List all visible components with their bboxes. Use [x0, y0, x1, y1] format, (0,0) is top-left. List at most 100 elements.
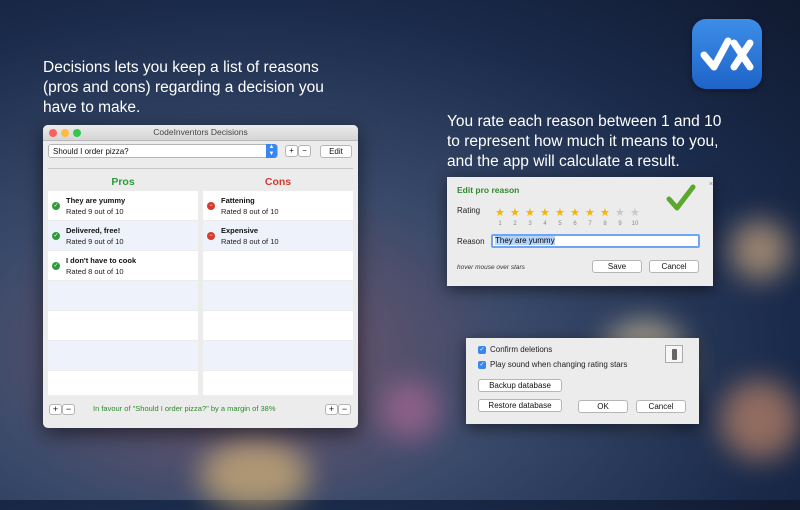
star-icon[interactable]: ★: [540, 206, 550, 219]
cancel-button[interactable]: Cancel: [636, 400, 686, 413]
reason-rating: Rated 9 out of 10: [66, 237, 124, 246]
reason-rating: Rated 8 out of 10: [221, 237, 279, 246]
star-icon[interactable]: ★: [510, 206, 520, 219]
check-x-icon: [700, 37, 754, 71]
close-icon[interactable]: ×: [709, 181, 713, 188]
reason-label: Reason: [457, 237, 485, 246]
star-number: 7: [588, 221, 592, 227]
star-number: 4: [543, 221, 547, 227]
restore-database-button[interactable]: Restore database: [478, 399, 562, 412]
star-icon[interactable]: ★: [600, 206, 610, 219]
star-number: 5: [558, 221, 562, 227]
cons-list[interactable]: − Fattening Rated 8 out of 10 − Expensiv…: [203, 191, 353, 395]
list-item[interactable]: ✓ Delivered, free! Rated 9 out of 10: [48, 221, 198, 251]
tagline-line: and the app will calculate a result.: [447, 153, 680, 170]
app-icon: [692, 19, 762, 89]
star-number: 3: [528, 221, 532, 227]
reason-rating: Rated 8 out of 10: [221, 207, 279, 216]
tagline-line: You rate each reason between 1 and 10: [447, 113, 722, 130]
bokeh-light: [720, 380, 800, 460]
star-number: 8: [603, 221, 607, 227]
check-icon: ✓: [52, 202, 60, 210]
switch-knob: [672, 349, 677, 360]
switch-icon[interactable]: [665, 345, 683, 363]
reason-title: I don't have to cook: [66, 256, 137, 265]
star-number: 6: [573, 221, 577, 227]
check-icon: ✓: [52, 232, 60, 240]
reason-rating: Rated 8 out of 10: [66, 267, 124, 276]
check-icon: ✓: [52, 262, 60, 270]
confirm-deletions-label: Confirm deletions: [490, 345, 553, 354]
confirm-deletions-checkbox[interactable]: ✓: [478, 346, 486, 354]
empty-row: [48, 311, 198, 341]
empty-row: [203, 341, 353, 371]
star-number: 10: [631, 221, 639, 227]
title-bar: CodeInventors Decisions: [43, 125, 358, 141]
chevron-updown-icon: ▲ ▼: [266, 144, 277, 158]
star-icon[interactable]: ★: [615, 206, 625, 219]
window-title: CodeInventors Decisions: [153, 127, 248, 137]
empty-row: [203, 281, 353, 311]
minus-icon: −: [207, 232, 215, 240]
bokeh-light: [380, 380, 440, 440]
ok-button[interactable]: OK: [578, 400, 628, 413]
tagline-right: You rate each reason between 1 and 10 to…: [447, 112, 721, 172]
pros-list[interactable]: ✓ They are yummy Rated 9 out of 10 ✓ Del…: [48, 191, 198, 395]
result-summary: In favour of "Should I order pizza?" by …: [93, 404, 276, 413]
list-item[interactable]: ✓ I don't have to cook Rated 8 out of 10: [48, 251, 198, 281]
big-check-icon: [666, 184, 696, 211]
main-window: CodeInventors Decisions Should I order p…: [43, 125, 358, 428]
minus-icon: −: [207, 202, 215, 210]
bokeh-light: [730, 220, 790, 280]
star-icon[interactable]: ★: [555, 206, 565, 219]
toolbar: Should I order pizza? ▲ ▼ + − Edit: [48, 144, 353, 160]
remove-con-button[interactable]: −: [338, 404, 351, 415]
star-number: 2: [513, 221, 517, 227]
cons-header: Cons: [264, 176, 292, 188]
add-pro-button[interactable]: +: [49, 404, 62, 415]
rating-label: Rating: [457, 206, 481, 215]
reason-rating: Rated 9 out of 10: [66, 207, 124, 216]
star-icon[interactable]: ★: [495, 206, 505, 219]
backup-database-button[interactable]: Backup database: [478, 379, 562, 392]
tagline-left: Decisions lets you keep a list of reason…: [43, 58, 324, 118]
cancel-button[interactable]: Cancel: [649, 260, 699, 273]
edit-reason-dialog: Edit pro reason × Rating ★ 1 ★ 2 ★ 3 ★ 4 ★ 5 ★ 6 ★ 7 ★…: [447, 177, 713, 286]
star-number: 9: [618, 221, 622, 227]
reason-title: Expensive: [221, 226, 259, 235]
star-number: 1: [498, 221, 502, 227]
add-decision-button[interactable]: +: [285, 145, 298, 157]
play-sound-label: Play sound when changing rating stars: [490, 360, 628, 369]
decision-select-value: Should I order pizza?: [53, 147, 129, 156]
divider: [48, 168, 353, 169]
remove-decision-button[interactable]: −: [298, 145, 311, 157]
save-button[interactable]: Save: [592, 260, 642, 273]
tagline-line: have to make.: [43, 99, 141, 116]
list-item[interactable]: − Fattening Rated 8 out of 10: [203, 191, 353, 221]
list-item[interactable]: − Expensive Rated 8 out of 10: [203, 221, 353, 251]
star-icon[interactable]: ★: [570, 206, 580, 219]
edit-button[interactable]: Edit: [320, 145, 352, 158]
tagline-line: to represent how much it means to you,: [447, 133, 719, 150]
hover-hint: hover mouse over stars: [457, 264, 525, 271]
reason-title: Delivered, free!: [66, 226, 121, 235]
play-sound-checkbox[interactable]: ✓: [478, 361, 486, 369]
preferences-dialog: ✓ Confirm deletions ✓ Play sound when ch…: [466, 338, 699, 424]
remove-pro-button[interactable]: −: [62, 404, 75, 415]
empty-row: [48, 371, 198, 395]
decision-select[interactable]: Should I order pizza? ▲ ▼: [48, 144, 278, 158]
empty-row: [203, 311, 353, 341]
empty-row: [48, 341, 198, 371]
empty-row: [203, 251, 353, 281]
star-icon[interactable]: ★: [585, 206, 595, 219]
reason-input[interactable]: They are yummy: [491, 234, 700, 248]
dialog-header: Edit pro reason: [457, 185, 520, 195]
list-item[interactable]: ✓ They are yummy Rated 9 out of 10: [48, 191, 198, 221]
pros-header: Pros: [111, 176, 135, 188]
reason-title: They are yummy: [66, 196, 126, 205]
empty-row: [203, 371, 353, 395]
empty-row: [48, 281, 198, 311]
star-icon[interactable]: ★: [525, 206, 535, 219]
add-con-button[interactable]: +: [325, 404, 338, 415]
star-icon[interactable]: ★: [630, 206, 640, 219]
